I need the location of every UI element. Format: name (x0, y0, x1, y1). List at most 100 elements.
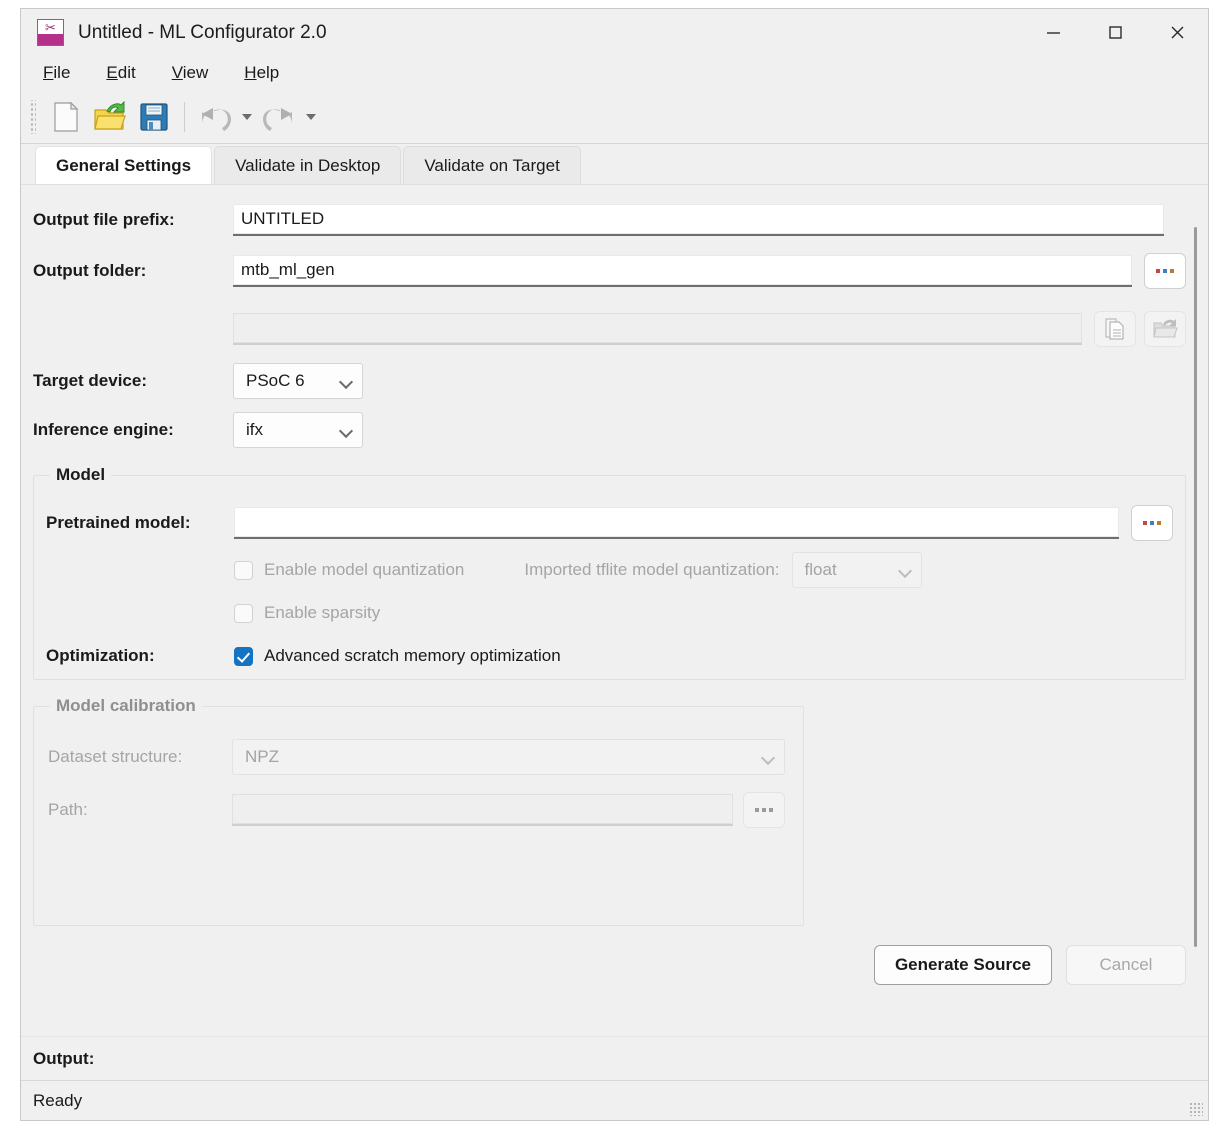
app-window: ✂ Untitled - ML Configurator 2.0 File Ed… (20, 8, 1209, 1121)
imported-quantization-label: Imported tflite model quantization: (524, 560, 780, 579)
inference-engine-value: ifx (246, 420, 263, 439)
target-device-row: Target device: PSoC 6 (21, 357, 1208, 405)
cancel-button[interactable]: Cancel (1066, 945, 1186, 985)
menu-bar: File Edit View Help (21, 56, 1208, 90)
dataset-structure-select: NPZ (232, 739, 785, 775)
tab-strip: General Settings Validate in Desktop Val… (21, 144, 1208, 184)
tab-label: Validate in Desktop (235, 155, 381, 175)
checkbox-box (234, 560, 253, 580)
dataset-structure-value: NPZ (245, 747, 279, 766)
copy-path-icon (1094, 311, 1136, 347)
open-output-folder-icon (1144, 311, 1186, 347)
tab-validate-on-target[interactable]: Validate on Target (403, 146, 581, 184)
output-folder-row: Output folder: (21, 241, 1208, 301)
dataset-structure-label: Dataset structure: (48, 747, 183, 766)
redo-dropdown-chevron-down-icon[interactable] (301, 95, 321, 139)
model-calibration-group: Model calibration Dataset structure: NPZ… (33, 696, 804, 926)
window-controls (1022, 9, 1208, 56)
enable-model-quantization-checkbox: Enable model quantization (234, 560, 464, 580)
inference-engine-row: Inference engine: ifx (21, 405, 1208, 455)
menu-help[interactable]: Help (244, 63, 279, 83)
imported-quantization-value: float (804, 560, 837, 579)
status-bar: Ready (21, 1080, 1208, 1120)
optimization-label: Optimization: (46, 646, 155, 665)
quantization-options-row: Enable model quantization Imported tflit… (34, 548, 1185, 592)
enable-sparsity-checkbox: Enable sparsity (234, 603, 380, 623)
toolbar-separator (184, 101, 185, 132)
close-icon[interactable] (1146, 9, 1208, 56)
menu-file[interactable]: File (43, 63, 70, 83)
menu-view[interactable]: View (172, 63, 209, 83)
output-bar: Output: (21, 1036, 1208, 1080)
output-file-prefix-row: Output file prefix: (21, 199, 1208, 241)
inference-engine-label: Inference engine: (33, 420, 174, 439)
toolbar (21, 90, 1208, 144)
chevron-down-icon (340, 377, 354, 386)
calibration-path-browse-button (743, 792, 785, 828)
save-icon[interactable] (132, 95, 176, 139)
undo-dropdown-chevron-down-icon[interactable] (237, 95, 257, 139)
minimize-icon[interactable] (1022, 9, 1084, 56)
output-folder-browse-button[interactable] (1144, 253, 1186, 289)
pretrained-model-browse-button[interactable] (1131, 505, 1173, 541)
calibration-path-row: Path: (34, 785, 803, 835)
output-folder-input[interactable] (233, 255, 1132, 287)
target-device-select[interactable]: PSoC 6 (233, 363, 363, 399)
generate-source-button[interactable]: Generate Source (873, 945, 1052, 985)
ellipsis-icon (1143, 521, 1161, 525)
open-folder-icon[interactable] (88, 95, 132, 139)
ellipsis-icon (755, 808, 773, 812)
undo-icon[interactable] (193, 95, 237, 139)
enable-sparsity-row: Enable sparsity (34, 592, 1185, 634)
ml-configurator-app-icon: ✂ (37, 19, 64, 46)
status-text: Ready (33, 1090, 83, 1110)
imported-quantization-select: float (791, 552, 922, 588)
model-group-title: Model (50, 465, 112, 485)
ellipsis-icon (1156, 269, 1174, 273)
enable-sparsity-label: Enable sparsity (264, 603, 381, 622)
settings-vertical-scrollbar[interactable] (1188, 205, 1202, 1022)
resize-grip[interactable] (1189, 1102, 1203, 1116)
pretrained-model-input[interactable] (234, 507, 1119, 539)
inference-engine-select[interactable]: ifx (233, 412, 363, 448)
target-device-value: PSoC 6 (246, 371, 305, 390)
window-title: Untitled - ML Configurator 2.0 (78, 21, 327, 43)
calibration-path-input (232, 794, 733, 826)
calibration-path-label: Path: (48, 800, 88, 819)
chevron-down-icon (899, 566, 913, 575)
settings-scroll-area: Output file prefix: Output folder: (21, 185, 1208, 1036)
tab-label: General Settings (56, 155, 192, 175)
output-folder-label: Output folder: (33, 261, 147, 280)
tab-label: Validate on Target (424, 155, 560, 175)
enable-model-quantization-label: Enable model quantization (264, 560, 465, 579)
checkbox-box (234, 603, 253, 623)
title-bar: ✂ Untitled - ML Configurator 2.0 (21, 9, 1208, 56)
toolbar-grip[interactable] (29, 99, 36, 134)
model-group: Model Pretrained model: Enable model qua… (33, 465, 1186, 680)
settings-pane: Output file prefix: Output folder: (21, 184, 1208, 1036)
maximize-icon[interactable] (1084, 9, 1146, 56)
target-device-label: Target device: (33, 371, 148, 390)
pretrained-model-label: Pretrained model: (46, 513, 191, 532)
action-buttons-row: Generate Source Cancel (21, 934, 1208, 996)
chevron-down-icon (340, 426, 354, 435)
optimization-row: Optimization: Advanced scratch memory op… (34, 634, 1185, 678)
output-file-prefix-label: Output file prefix: (33, 210, 175, 229)
tab-general-settings[interactable]: General Settings (35, 146, 213, 184)
new-file-icon[interactable] (44, 95, 88, 139)
pretrained-model-row: Pretrained model: (34, 498, 1185, 548)
redo-icon[interactable] (257, 95, 301, 139)
tab-validate-in-desktop[interactable]: Validate in Desktop (214, 146, 402, 184)
output-folder-resolved-input (233, 313, 1082, 345)
output-file-prefix-input[interactable] (233, 204, 1164, 236)
output-folder-resolved-row (21, 301, 1208, 357)
scrollbar-thumb[interactable] (1194, 227, 1197, 947)
advanced-scratch-memory-optimization-checkbox[interactable]: Advanced scratch memory optimization (234, 646, 561, 666)
output-label: Output: (33, 1048, 95, 1068)
advanced-scratch-memory-optimization-label: Advanced scratch memory optimization (264, 646, 561, 665)
chevron-down-icon (762, 753, 776, 762)
menu-edit[interactable]: Edit (106, 63, 135, 83)
dataset-structure-row: Dataset structure: NPZ (34, 729, 803, 785)
model-calibration-group-title: Model calibration (50, 696, 202, 716)
checkbox-box[interactable] (234, 646, 253, 666)
